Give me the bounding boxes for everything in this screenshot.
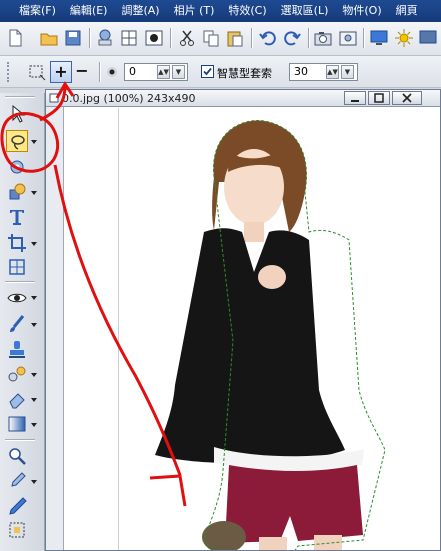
feather-dropdown-button[interactable]: ▼ xyxy=(172,65,185,79)
tolerance-value: 30 xyxy=(294,65,308,78)
subtract-selection-button[interactable]: − xyxy=(74,61,90,83)
brush-flyout-arrow[interactable] xyxy=(31,323,37,327)
document-ruler xyxy=(46,107,64,550)
feather-value: 0 xyxy=(129,65,136,78)
document-title-bar: 0.0.jpg (100%) 243x490 xyxy=(46,90,440,107)
eye-icon[interactable] xyxy=(6,287,28,309)
smart-lasso-label: 智慧型套索 xyxy=(217,67,272,80)
paste-icon[interactable] xyxy=(224,27,246,49)
select-area-icon[interactable] xyxy=(6,519,28,541)
eye-flyout-arrow[interactable] xyxy=(31,296,37,300)
tolerance-spin-button[interactable]: ▲▼ xyxy=(326,65,339,79)
add-selection-label: + xyxy=(54,62,68,81)
brush-icon[interactable] xyxy=(6,313,28,335)
eyedropper-icon[interactable] xyxy=(6,470,28,492)
document-title: 0.0.jpg (100%) 243x490 xyxy=(62,92,196,105)
sun-icon[interactable] xyxy=(393,27,415,49)
photo-icon[interactable] xyxy=(143,27,165,49)
retouch-flyout-arrow[interactable] xyxy=(31,373,37,377)
menu-adjust[interactable]: 調整(A) xyxy=(114,0,166,22)
image-canvas[interactable] xyxy=(64,107,440,550)
document-window: 0.0.jpg (100%) 243x490 xyxy=(45,89,441,551)
feather-icon xyxy=(105,65,119,79)
marquee-mode-icon[interactable] xyxy=(28,63,46,81)
menu-effects[interactable]: 特效(C) xyxy=(221,0,273,22)
menu-edit[interactable]: 編輯(E) xyxy=(63,0,115,22)
add-selection-button[interactable]: + xyxy=(50,61,72,83)
toolbar-separator xyxy=(363,28,364,48)
gradient-flyout-arrow[interactable] xyxy=(31,423,37,427)
cut-icon[interactable] xyxy=(176,27,198,49)
canvas-edge xyxy=(118,108,119,550)
pointer-icon[interactable] xyxy=(6,103,28,125)
document-icon xyxy=(49,93,59,103)
menu-object[interactable]: 物件(O) xyxy=(335,0,388,22)
tolerance-dropdown-button[interactable]: ▼ xyxy=(341,65,354,79)
undo-icon[interactable] xyxy=(257,27,279,49)
crop-icon[interactable] xyxy=(6,232,28,254)
redo-icon[interactable] xyxy=(281,27,303,49)
app-window: 檔案(F) 編輯(E) 調整(A) 相片 (T) 特效(C) 選取區(L) 物件… xyxy=(0,0,441,551)
palette-grip xyxy=(5,96,35,97)
zoom-icon[interactable] xyxy=(6,445,28,467)
subtract-selection-label: − xyxy=(75,61,89,80)
maximize-button[interactable] xyxy=(368,91,390,105)
options-grip xyxy=(7,62,11,82)
feather-input[interactable]: 0 ▲▼ ▼ xyxy=(124,63,188,81)
text-icon[interactable] xyxy=(6,206,28,228)
toolbar-separator xyxy=(170,28,171,48)
photo-subject xyxy=(155,120,386,550)
print-icon[interactable] xyxy=(94,27,116,49)
menu-photo[interactable]: 相片 (T) xyxy=(167,0,222,22)
new-file-icon[interactable] xyxy=(4,27,26,49)
palette-separator xyxy=(5,281,35,282)
options-separator xyxy=(99,62,100,82)
eraser-flyout-arrow[interactable] xyxy=(31,398,37,402)
close-button[interactable] xyxy=(392,91,422,105)
eraser-icon[interactable] xyxy=(6,388,28,410)
palette-separator xyxy=(5,439,35,440)
lasso-flyout-arrow[interactable] xyxy=(31,140,37,144)
grid-icon[interactable] xyxy=(118,27,140,49)
save-icon[interactable] xyxy=(62,27,84,49)
shapes-icon[interactable] xyxy=(6,181,28,203)
toolbar-separator xyxy=(251,28,252,48)
lasso-icon[interactable] xyxy=(6,130,28,152)
scanner-icon[interactable] xyxy=(337,27,359,49)
retouch-icon[interactable] xyxy=(6,363,28,385)
pen-icon[interactable] xyxy=(6,495,28,517)
smart-lasso-checkbox[interactable] xyxy=(201,65,214,78)
menu-selection[interactable]: 選取區(L) xyxy=(274,0,336,22)
menu-web[interactable]: 網頁 xyxy=(389,0,425,22)
monitor-icon[interactable] xyxy=(368,27,390,49)
transform-icon[interactable] xyxy=(6,256,28,278)
shapes-flyout-arrow[interactable] xyxy=(31,191,37,195)
standard-toolbar xyxy=(0,22,441,56)
tolerance-input[interactable]: 30 ▲▼ ▼ xyxy=(289,63,358,81)
camera-icon[interactable] xyxy=(312,27,334,49)
stamp-icon[interactable] xyxy=(6,338,28,360)
toolbar-separator xyxy=(308,28,309,48)
toolbar-separator xyxy=(89,28,90,48)
crop-flyout-arrow[interactable] xyxy=(31,242,37,246)
gradient-icon[interactable] xyxy=(6,413,28,435)
open-folder-icon[interactable] xyxy=(38,27,60,49)
tool-options-bar: + − 0 ▲▼ ▼ 智慧型套索 30 ▲▼ ▼ xyxy=(0,56,441,88)
menu-bar: 檔案(F) 編輯(E) 調整(A) 相片 (T) 特效(C) 選取區(L) 物件… xyxy=(0,0,441,22)
display-icon[interactable] xyxy=(417,27,439,49)
magic-wand-icon[interactable] xyxy=(6,156,28,178)
menu-file[interactable]: 檔案(F) xyxy=(0,0,63,22)
eyedropper-flyout-arrow[interactable] xyxy=(31,480,37,484)
minimize-button[interactable] xyxy=(344,91,366,105)
feather-spin-button[interactable]: ▲▼ xyxy=(157,65,170,79)
copy-icon[interactable] xyxy=(200,27,222,49)
tool-palette xyxy=(0,93,45,551)
